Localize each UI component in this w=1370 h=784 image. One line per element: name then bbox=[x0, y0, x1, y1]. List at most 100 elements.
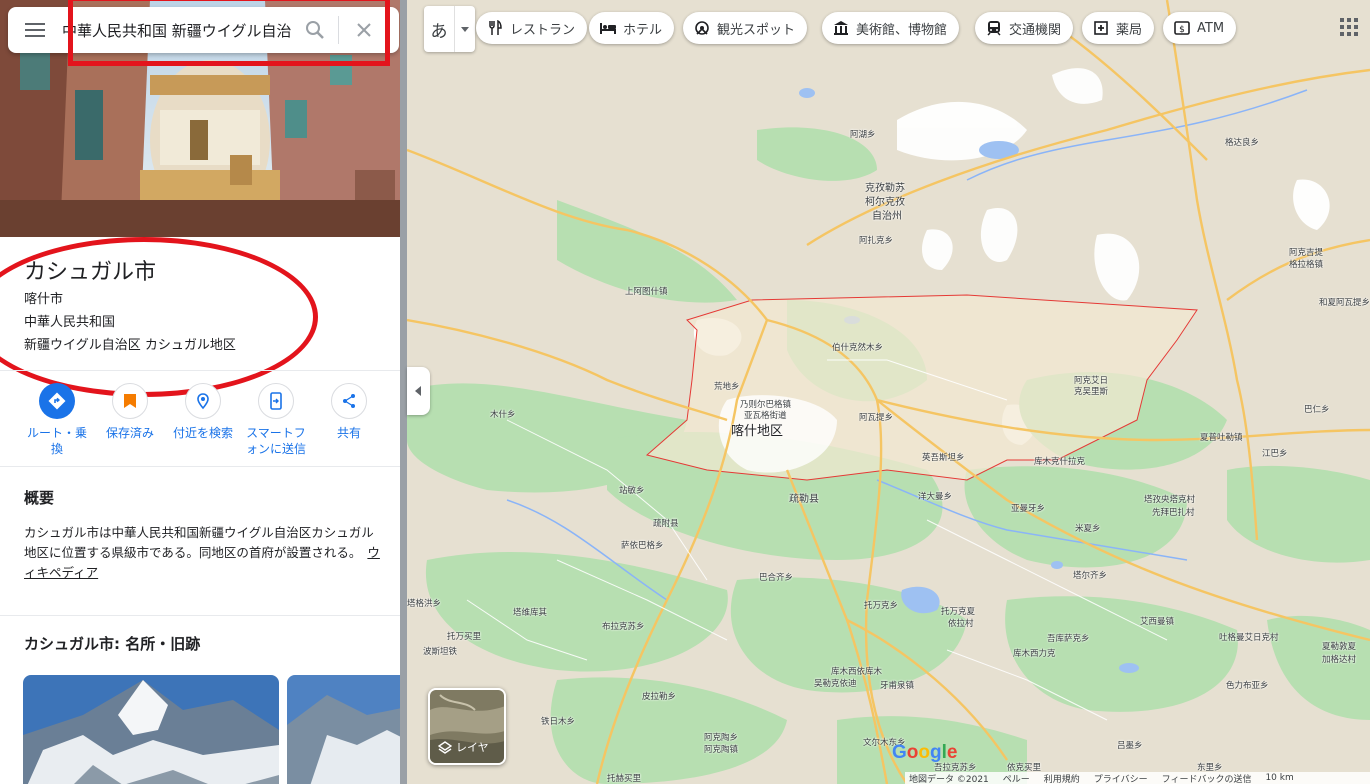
map-label: 牙甫泉镇 bbox=[880, 681, 915, 691]
chip-label: 美術館、博物館 bbox=[856, 22, 948, 38]
chip-transit[interactable]: 交通機関 bbox=[975, 12, 1074, 44]
chip-attraction[interactable]: 観光スポット bbox=[683, 12, 808, 44]
map-label: 吾库萨克乡 bbox=[1047, 634, 1090, 644]
map-label: 克孜勒苏 bbox=[865, 183, 905, 194]
map-label: 库木西力克 bbox=[1013, 649, 1056, 659]
map-label: 疏勒县 bbox=[789, 494, 819, 505]
chevron-left-icon bbox=[414, 386, 421, 396]
nearby-button[interactable]: 付近を検索 bbox=[165, 383, 241, 441]
map-label: 木什乡 bbox=[490, 410, 516, 420]
map-label: 皮拉勒乡 bbox=[642, 692, 677, 702]
map-label: 铁日木乡 bbox=[541, 717, 576, 727]
chip-label: レストラン bbox=[510, 22, 576, 38]
search-button[interactable] bbox=[292, 7, 338, 53]
chip-restaurant[interactable]: レストラン bbox=[476, 12, 588, 44]
directions-icon bbox=[48, 392, 66, 410]
clear-search-button[interactable] bbox=[339, 7, 389, 53]
map-label: 阿湖乡 bbox=[850, 130, 876, 140]
restaurant-icon bbox=[486, 19, 504, 37]
google-logo: Google bbox=[892, 742, 958, 763]
share-icon bbox=[343, 394, 355, 408]
chip-museum[interactable]: 美術館、博物館 bbox=[822, 12, 960, 44]
sight-photo[interactable] bbox=[23, 675, 279, 784]
action-bar: ルート・乗換 保存済み 付近を検索 スマートフォンに送信 共有 bbox=[0, 370, 402, 466]
country-link[interactable]: ペルー bbox=[1003, 772, 1030, 784]
map-label: 塔尔齐乡 bbox=[1073, 571, 1108, 581]
map-label: 伯什克然木乡 bbox=[832, 343, 884, 353]
map-label: 站敏乡 bbox=[619, 486, 645, 496]
feedback-link[interactable]: フィードバックの送信 bbox=[1162, 772, 1252, 784]
map-label: 先拜巴扎村 bbox=[1152, 508, 1195, 518]
share-button[interactable]: 共有 bbox=[311, 383, 387, 441]
map-label: 色力布亚乡 bbox=[1226, 681, 1269, 691]
place-region: 新疆ウイグル自治区 カシュガル地区 bbox=[24, 338, 236, 353]
map-canvas[interactable]: 阿湖乡 格达良乡 克孜勒苏 柯尔克孜 自治州 阿扎克乡 上阿图什镇 阿克吉提 格… bbox=[407, 0, 1370, 784]
map-label: 乃则尔巴格镇 bbox=[740, 400, 792, 410]
map-label: 库木克什拉克 bbox=[1034, 457, 1086, 467]
language-toggle[interactable]: あ bbox=[424, 6, 475, 52]
chevron-down-icon[interactable] bbox=[454, 6, 474, 52]
map-label: 依拉村 bbox=[948, 619, 974, 629]
chip-hotel[interactable]: ホテル bbox=[589, 12, 675, 44]
layers-button[interactable]: レイヤ bbox=[428, 688, 506, 765]
map-label: 亚瓦格街道 bbox=[744, 411, 787, 421]
map-label: 吴勒克依迪 bbox=[814, 679, 857, 689]
place-panel: カシュガル市 喀什市 中華人民共和国 新疆ウイグル自治区 カシュガル地区 ルート… bbox=[0, 0, 402, 784]
search-input[interactable] bbox=[62, 7, 292, 53]
map-label: 疏附县 bbox=[653, 519, 679, 529]
map-label: 上阿图什镇 bbox=[625, 287, 668, 297]
apps-grid-icon[interactable] bbox=[1339, 17, 1359, 37]
map-label-kashgar: 喀什地区 bbox=[731, 424, 784, 439]
menu-button[interactable] bbox=[8, 7, 62, 53]
map-label: 阿克艾日 bbox=[1074, 376, 1109, 386]
map-label: 格达良乡 bbox=[1225, 138, 1260, 148]
map-label: 塔孜央塔克村 bbox=[1144, 495, 1196, 505]
place-title: カシュガル市 bbox=[24, 260, 157, 285]
overview-text: カシュガル市は中華人民共和国新疆ウイグル自治区カシュガル地区に位置する県級市であ… bbox=[24, 523, 380, 583]
map-label: 克吴里斯 bbox=[1074, 387, 1109, 397]
map-label: 艾西曼镇 bbox=[1140, 617, 1175, 627]
map-label: 托万克夏 bbox=[941, 607, 976, 617]
svg-text:$: $ bbox=[1179, 25, 1185, 35]
chip-label: 交通機関 bbox=[1009, 22, 1062, 38]
scale-label[interactable]: 10 km bbox=[1265, 773, 1293, 783]
collapse-panel-button[interactable] bbox=[407, 367, 430, 415]
hotel-icon bbox=[599, 19, 617, 37]
bookmark-icon bbox=[124, 394, 136, 408]
map-label: 巴仁乡 bbox=[1304, 405, 1330, 415]
terms-link[interactable]: 利用規約 bbox=[1044, 772, 1080, 784]
chip-pharmacy[interactable]: 薬局 bbox=[1082, 12, 1155, 44]
map-label: 波斯坦铁 bbox=[423, 647, 458, 657]
chip-label: 観光スポット bbox=[717, 22, 796, 38]
send-to-phone-button[interactable]: スマートフォンに送信 bbox=[238, 383, 314, 457]
map-footer: 地図データ ©2021 ペルー 利用規約 プライバシー フィードバックの送信 1… bbox=[905, 772, 1370, 784]
pharmacy-icon bbox=[1092, 19, 1110, 37]
map-label: 萨依巴格乡 bbox=[621, 541, 664, 551]
map-label: 亚曼牙乡 bbox=[1011, 504, 1046, 514]
map-label: 托万买里 bbox=[447, 632, 482, 642]
atm-icon: $ bbox=[1173, 19, 1191, 37]
map-graphic bbox=[407, 0, 1370, 784]
map-label: 加格达村 bbox=[1322, 655, 1357, 665]
nearby-label: 付近を検索 bbox=[172, 426, 233, 440]
directions-button[interactable]: ルート・乗換 bbox=[19, 383, 95, 457]
map-label: 阿扎克乡 bbox=[859, 236, 894, 246]
send-to-phone-icon bbox=[270, 392, 282, 410]
place-country: 中華人民共和国 bbox=[24, 315, 116, 330]
map-label: 自治州 bbox=[872, 211, 902, 222]
privacy-link[interactable]: プライバシー bbox=[1094, 772, 1148, 784]
save-button[interactable]: 保存済み bbox=[92, 383, 168, 441]
map-label: 阿克陶镇 bbox=[704, 745, 739, 755]
map-label: 阿克吉提 bbox=[1289, 248, 1324, 258]
sights-title: カシュガル市: 名所・旧跡 bbox=[24, 635, 201, 653]
overview-section: 概要 カシュガル市は中華人民共和国新疆ウイグル自治区カシュガル地区に位置する県級… bbox=[0, 466, 402, 616]
map-label: 吕墨乡 bbox=[1117, 741, 1143, 751]
chip-atm[interactable]: $ ATM bbox=[1163, 12, 1237, 44]
sight-photo[interactable] bbox=[287, 675, 402, 784]
overview-title: 概要 bbox=[24, 489, 55, 507]
nearby-icon bbox=[197, 393, 209, 410]
share-label: 共有 bbox=[336, 426, 361, 440]
map-label: 夏普吐勒镇 bbox=[1200, 433, 1243, 443]
panel-scrollbar[interactable] bbox=[400, 0, 407, 784]
map-label: 和夏阿瓦提乡 bbox=[1319, 298, 1370, 308]
